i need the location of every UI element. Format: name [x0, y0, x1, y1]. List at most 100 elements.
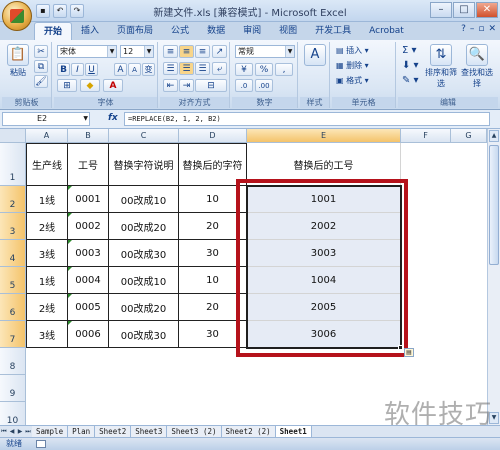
align-right-icon[interactable]: ☰	[195, 62, 210, 75]
first-sheet-icon[interactable]: ⏮	[0, 428, 8, 436]
clear-icon[interactable]: ✎ ▾	[402, 75, 419, 86]
prev-sheet-icon[interactable]: ◀	[8, 428, 16, 435]
cell-b3[interactable]: 0002	[68, 213, 109, 240]
paste-button[interactable]: 📋 粘贴	[6, 44, 30, 78]
copy-icon[interactable]: ⧉	[34, 60, 48, 73]
worksheet-grid[interactable]: A B C D E F G 1 2 3 4 5 6 7 8 9 10 生产线 工…	[0, 129, 500, 425]
format-painter-icon[interactable]: 🖌	[34, 75, 48, 88]
cell-b6[interactable]: 0005	[68, 294, 109, 321]
sheet-tab-sample[interactable]: Sample	[32, 426, 69, 437]
insert-cells-button[interactable]: ▤ 插入 ▾	[336, 45, 369, 56]
cell-a7[interactable]: 3线	[26, 321, 68, 348]
cell-a3[interactable]: 2线	[26, 213, 68, 240]
cell-b7[interactable]: 0006	[68, 321, 109, 348]
tab-formulas[interactable]: 公式	[162, 22, 198, 40]
ribbon-close-icon[interactable]: ✕	[488, 24, 496, 34]
tab-acrobat[interactable]: Acrobat	[360, 22, 413, 40]
phonetic-button[interactable]: 变	[142, 63, 155, 76]
tab-home[interactable]: 开始	[34, 22, 73, 40]
tab-developer[interactable]: 开发工具	[306, 22, 360, 40]
row-header-3[interactable]: 3	[0, 213, 26, 240]
cell-c7[interactable]: 00改成30	[109, 321, 179, 348]
cell-c2[interactable]: 00改成10	[109, 186, 179, 213]
sheet-tab-sheet3[interactable]: Sheet3	[131, 426, 168, 437]
column-header-b[interactable]: B	[68, 129, 109, 143]
office-button[interactable]	[2, 1, 32, 31]
minimize-button[interactable]: –	[430, 2, 452, 18]
find-select-button[interactable]: 🔍 查找和选择	[460, 44, 494, 89]
row-header-10[interactable]: 10	[0, 402, 26, 425]
align-center-icon[interactable]: ☰	[179, 62, 194, 75]
tab-insert[interactable]: 插入	[72, 22, 108, 40]
sheet-tab-sheet1[interactable]: Sheet1	[275, 426, 312, 437]
percent-button[interactable]: %	[255, 63, 273, 76]
scroll-up-icon[interactable]: ▲	[489, 130, 499, 142]
orientation-icon[interactable]: ↗	[212, 45, 227, 58]
column-header-f[interactable]: F	[401, 129, 451, 143]
align-top-icon[interactable]: ≡	[163, 45, 178, 58]
help-icon[interactable]: ?	[461, 24, 466, 34]
autosum-icon[interactable]: Σ ▾	[402, 45, 417, 56]
grow-font-button[interactable]: A	[114, 63, 127, 76]
decrease-decimal-icon[interactable]: .00	[255, 79, 273, 92]
scroll-thumb[interactable]	[489, 145, 499, 265]
cell-a5[interactable]: 1线	[26, 267, 68, 294]
tab-data[interactable]: 数据	[198, 22, 234, 40]
wrap-text-icon[interactable]: ⤶	[212, 62, 227, 75]
ribbon-minimize-icon[interactable]: –	[470, 24, 475, 34]
row-header-6[interactable]: 6	[0, 294, 26, 321]
tab-page-layout[interactable]: 页面布局	[108, 22, 162, 40]
row-header-1[interactable]: 1	[0, 143, 26, 186]
font-size-select[interactable]: 12 ▼	[120, 45, 154, 58]
styles-button[interactable]: A	[303, 44, 327, 67]
vertical-scrollbar[interactable]: ▲ ▼	[487, 129, 500, 425]
cell-c4[interactable]: 00改成30	[109, 240, 179, 267]
paste-options-icon[interactable]: ▤	[404, 348, 414, 357]
align-middle-icon[interactable]: ≡	[179, 45, 194, 58]
format-cells-button[interactable]: ▣ 格式 ▾	[336, 75, 369, 86]
shrink-font-button[interactable]: A	[128, 63, 141, 76]
name-box[interactable]: E2 ▼	[2, 112, 90, 126]
row-header-9[interactable]: 9	[0, 375, 26, 402]
comma-button[interactable]: ,	[275, 63, 293, 76]
column-header-g[interactable]: G	[451, 129, 487, 143]
macro-record-icon[interactable]	[36, 440, 46, 448]
row-header-5[interactable]: 5	[0, 267, 26, 294]
increase-indent-icon[interactable]: ⇥	[179, 79, 194, 92]
sheet-tab-sheet3-2[interactable]: Sheet3 (2)	[167, 426, 222, 437]
italic-button[interactable]: I	[71, 63, 84, 76]
sheet-tab-plan[interactable]: Plan	[68, 426, 96, 437]
align-bottom-icon[interactable]: ≡	[195, 45, 210, 58]
next-sheet-icon[interactable]: ▶	[16, 428, 24, 435]
fx-icon[interactable]: fx	[108, 113, 118, 123]
column-header-a[interactable]: A	[26, 129, 68, 143]
cut-icon[interactable]: ✂	[34, 45, 48, 58]
column-header-c[interactable]: C	[109, 129, 179, 143]
underline-button[interactable]: U	[85, 63, 98, 76]
sheet-tab-sheet2-2[interactable]: Sheet2 (2)	[221, 426, 276, 437]
cell-b2[interactable]: 0001	[68, 186, 109, 213]
row-header-2[interactable]: 2	[0, 186, 26, 213]
cell-a2[interactable]: 1线	[26, 186, 68, 213]
column-header-e[interactable]: E	[247, 129, 401, 143]
cell-b5[interactable]: 0004	[68, 267, 109, 294]
select-all-corner[interactable]	[0, 129, 26, 143]
cell-b4[interactable]: 0003	[68, 240, 109, 267]
currency-button[interactable]: ¥	[235, 63, 253, 76]
borders-icon[interactable]: ⊞	[57, 79, 77, 92]
row-header-4[interactable]: 4	[0, 240, 26, 267]
cell-c5[interactable]: 00改成10	[109, 267, 179, 294]
cell-a6[interactable]: 2线	[26, 294, 68, 321]
row-header-7[interactable]: 7	[0, 321, 26, 348]
font-name-select[interactable]: 宋体 ▼	[57, 45, 117, 58]
close-button[interactable]: ✕	[476, 2, 498, 18]
column-header-d[interactable]: D	[179, 129, 247, 143]
bold-button[interactable]: B	[57, 63, 70, 76]
cell-c1[interactable]: 替换字符说明	[109, 143, 179, 186]
sort-filter-button[interactable]: ⇅ 排序和筛选	[424, 44, 458, 89]
number-format-select[interactable]: 常规 ▼	[235, 45, 295, 58]
fill-color-icon[interactable]: ◆	[80, 79, 100, 92]
increase-decimal-icon[interactable]: .0	[235, 79, 253, 92]
align-left-icon[interactable]: ☰	[163, 62, 178, 75]
formula-input[interactable]: =REPLACE(B2, 1, 2, B2)	[124, 112, 490, 126]
